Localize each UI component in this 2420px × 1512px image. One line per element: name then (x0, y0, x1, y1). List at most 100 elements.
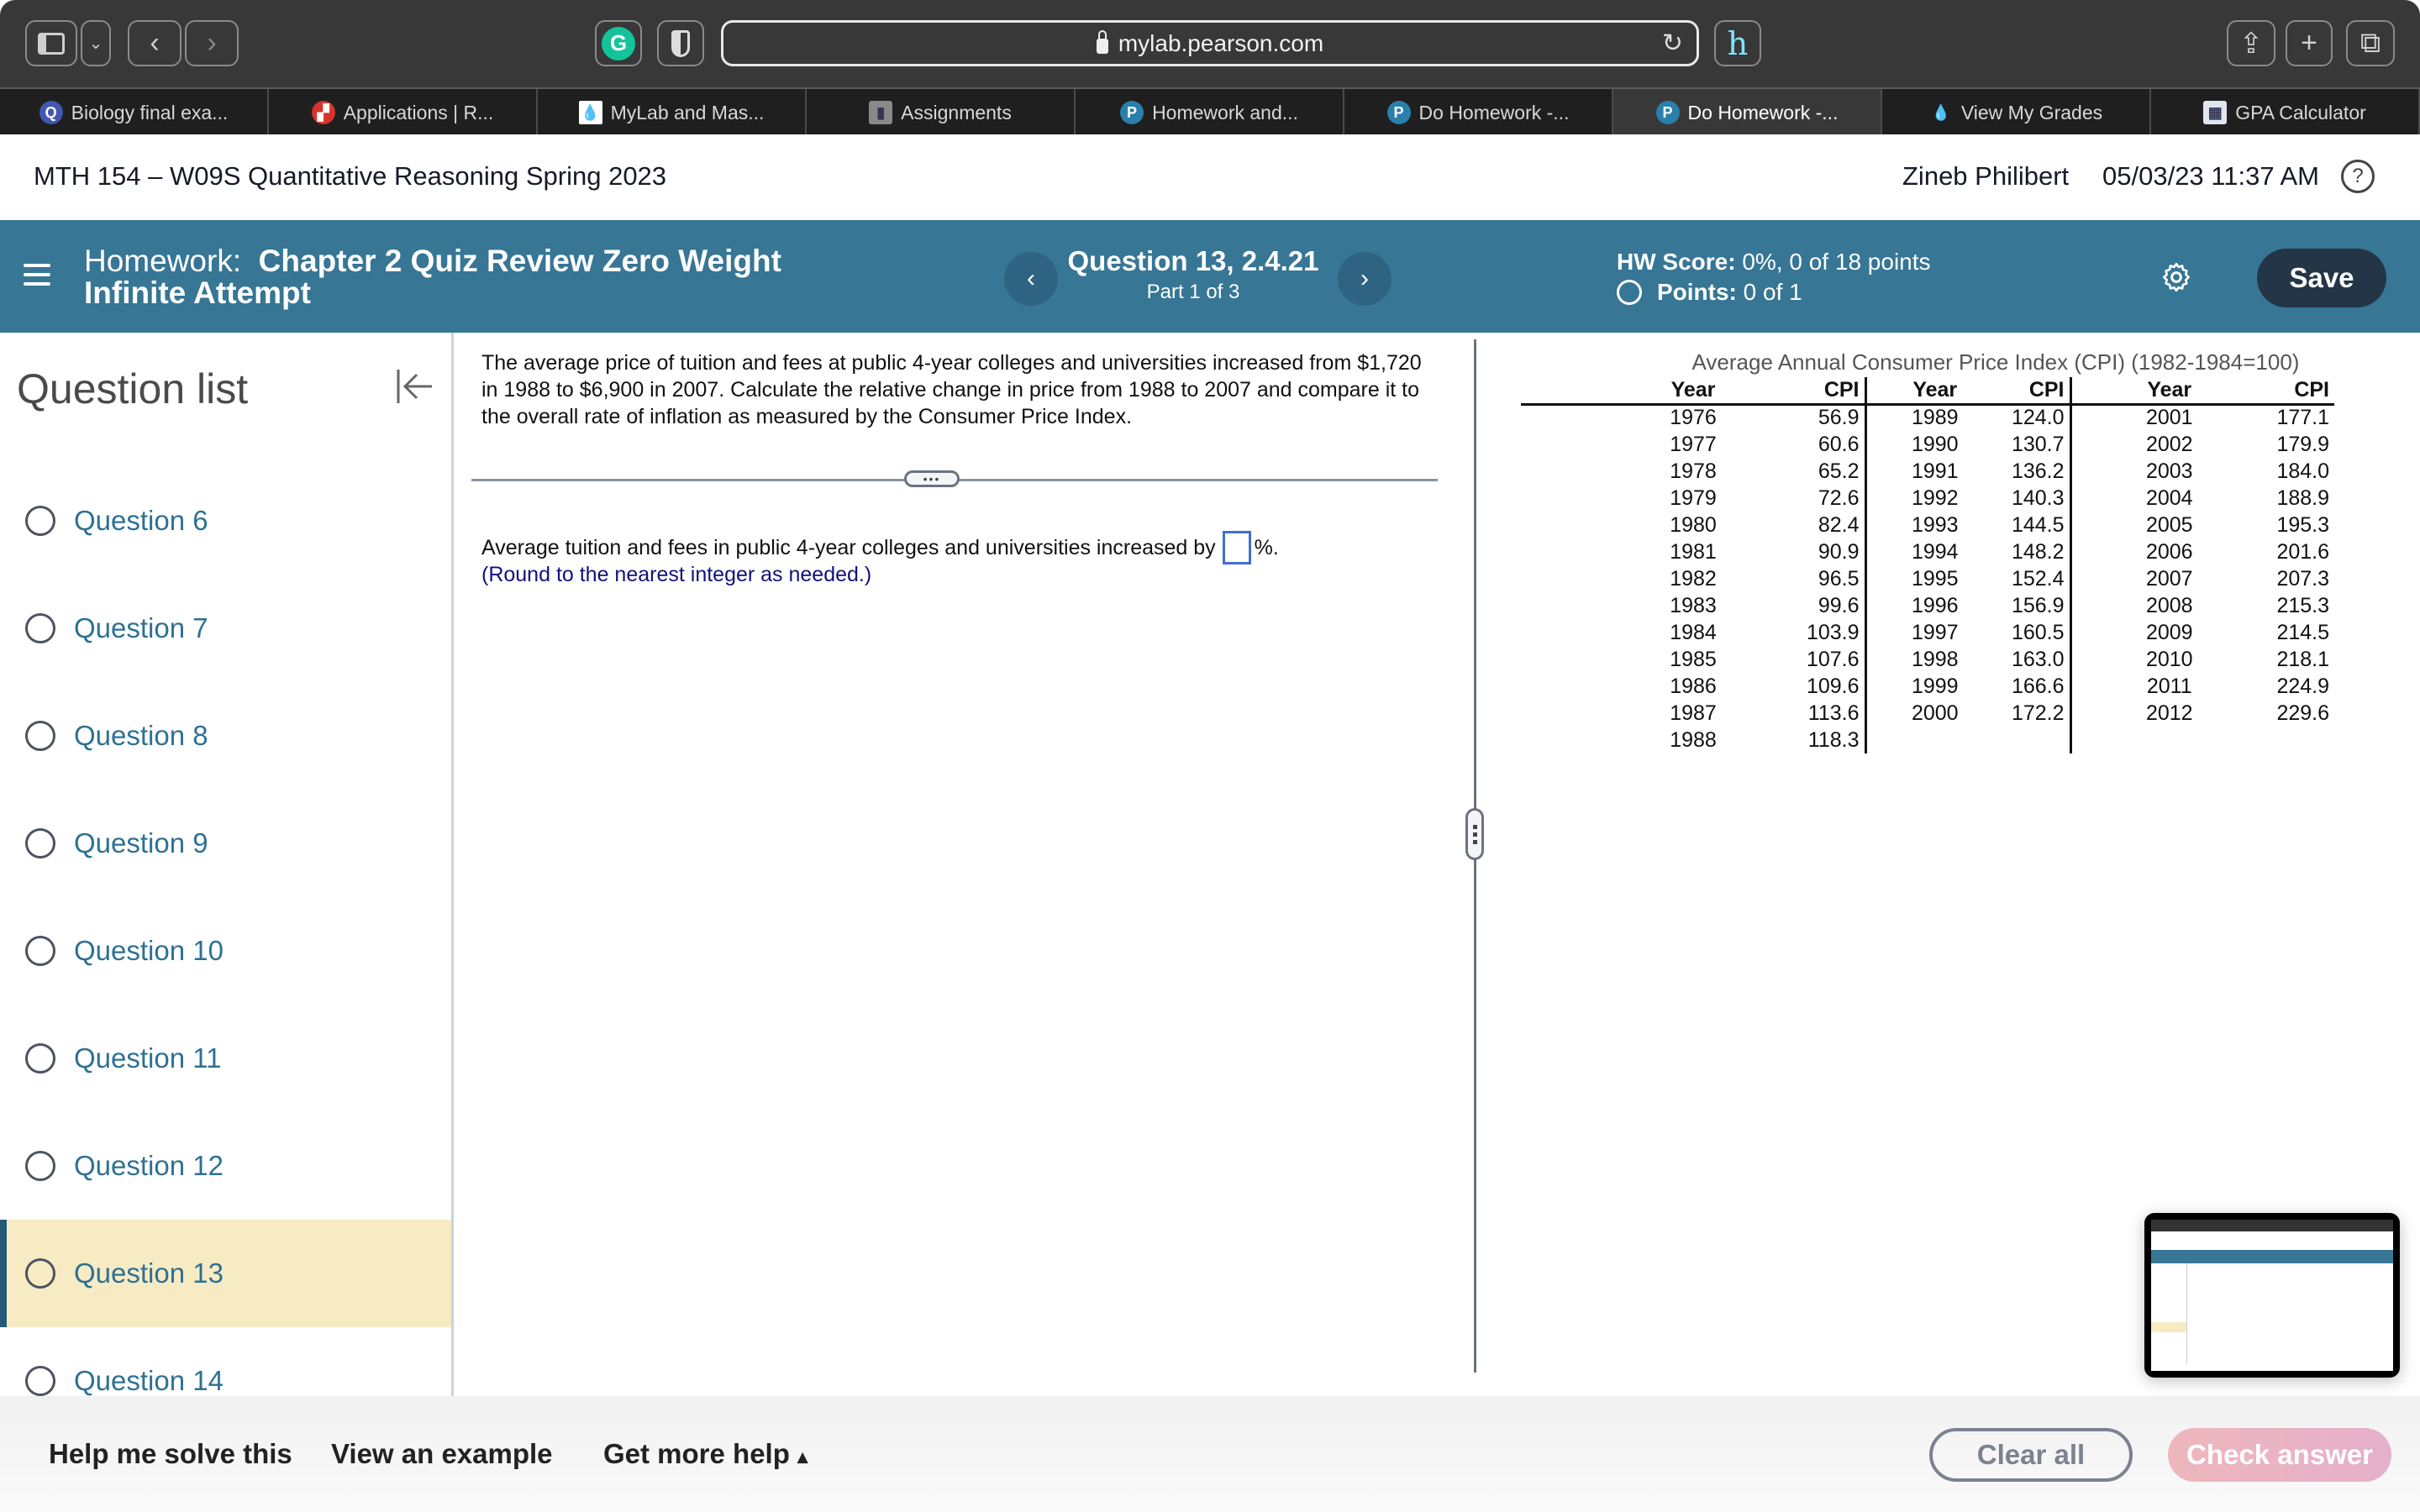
hamburger-menu-icon[interactable] (24, 264, 50, 289)
privacy-extension-button[interactable] (657, 20, 704, 66)
share-button[interactable]: ⇪ (2227, 20, 2275, 66)
cpi-value-cell: 90.9 (1798, 538, 1867, 565)
check-answer-button[interactable]: Check answer (2168, 1428, 2391, 1482)
new-tab-button[interactable]: + (2286, 20, 2333, 66)
question-list-item[interactable]: Question 6 (0, 467, 451, 575)
question-status-icon (25, 1043, 55, 1074)
browser-tab[interactable]: ▮ Assignments (807, 89, 1076, 136)
save-button[interactable]: Save (2257, 249, 2386, 307)
answer-input[interactable] (1222, 531, 1251, 564)
answer-statement: Average tuition and fees in public 4-yea… (481, 531, 1279, 564)
browser-tab[interactable]: P Do Homework -... (1344, 89, 1613, 136)
cpi-table-row: 1979 72.6 1992 140.3 2004 188.9 (1521, 485, 2334, 512)
question-list-item[interactable]: Question 9 (0, 790, 451, 897)
tab-group-dropdown[interactable]: ⌄ (81, 20, 111, 66)
chevron-left-icon: ‹ (150, 27, 160, 59)
cpi-value-cell: 140.3 (2003, 485, 2072, 512)
browser-tab[interactable]: 💧 MyLab and Mas... (538, 89, 807, 136)
cpi-year-cell: 1990 (1911, 432, 1959, 456)
question-status-icon (25, 1151, 55, 1181)
browser-tab[interactable]: P Homework and... (1076, 89, 1344, 136)
cpi-value-cell: 160.5 (2003, 619, 2072, 646)
gear-icon[interactable] (2160, 260, 2193, 294)
cpi-value-cell: 130.7 (2003, 431, 2072, 458)
cpi-table: Year CPI Year CPI Year CPI 1976 56.9 1989 1… (1521, 377, 2334, 753)
collapse-sidebar-icon[interactable] (395, 368, 434, 405)
question-list-label: Question 11 (74, 1042, 222, 1074)
cpi-year-cell: 2004 (2145, 486, 2193, 510)
pearson-icon: P (1120, 101, 1144, 124)
get-more-help-button[interactable]: Get more help ▴ (603, 1438, 808, 1470)
view-example-button[interactable]: View an example (331, 1438, 553, 1470)
cpi-year-cell: 2011 (2146, 674, 2192, 698)
cpi-year-cell: 2003 (2145, 459, 2193, 483)
hypothesis-extension-button[interactable]: h (1714, 20, 1761, 66)
browser-tab[interactable]: Q Biology final exa... (0, 89, 269, 136)
cpi-value-cell: 163.0 (2003, 646, 2072, 673)
cpi-value-cell: 218.1 (2276, 647, 2329, 671)
reload-icon[interactable]: ↻ (1662, 29, 1683, 58)
cpi-year-cell: 1992 (1911, 486, 1959, 510)
answer-prefix: Average tuition and fees in public 4-yea… (481, 535, 1216, 559)
question-list-item[interactable]: Question 10 (0, 897, 451, 1005)
help-me-solve-button[interactable]: Help me solve this (49, 1438, 292, 1470)
column-header: Year (1521, 377, 1798, 406)
address-bar[interactable]: mylab.pearson.com ↻ (721, 20, 1699, 66)
question-list-item[interactable]: Question 14 (0, 1327, 451, 1396)
browser-tab[interactable]: P Do Homework -... (1613, 89, 1882, 136)
caret-up-icon: ▴ (797, 1446, 808, 1468)
splitter-drag-handle[interactable] (1465, 808, 1484, 860)
cpi-table-title: Average Annual Consumer Price Index (CPI… (1691, 349, 2300, 375)
next-question-button[interactable]: › (1338, 252, 1392, 306)
cpi-year-cell: 2010 (2145, 647, 2193, 671)
help-icon[interactable]: ? (2341, 160, 2375, 193)
question-list-label: Question 12 (74, 1150, 224, 1181)
divider-drag-handle[interactable]: ••• (904, 470, 960, 487)
cpi-table-panel: Average Annual Consumer Price Index (CPI… (1521, 349, 2386, 753)
browser-tab[interactable]: ▦ GPA Calculator (2151, 89, 2420, 136)
cpi-value-cell: 96.5 (1798, 565, 1867, 592)
grammarly-extension-button[interactable]: G (595, 20, 642, 66)
chevron-right-icon: › (207, 27, 217, 59)
browser-tab-label: Do Homework -... (1418, 101, 1570, 123)
question-list-item[interactable]: Question 12 (0, 1112, 451, 1220)
question-list-item[interactable]: Question 7 (0, 575, 451, 682)
cpi-value-cell: 65.2 (1798, 458, 1867, 485)
browser-tab[interactable]: 💧 View My Grades (1882, 89, 2151, 136)
user-name[interactable]: Zineb Philibert (1902, 161, 2069, 192)
cpi-year-cell: 1980 (1670, 512, 1717, 537)
sidebar-toggle-button[interactable] (25, 20, 77, 66)
question-list-item[interactable]: Question 8 (0, 682, 451, 790)
mylab-icon: 💧 (578, 101, 602, 124)
cpi-value-cell: 118.3 (1798, 727, 1867, 753)
browser-tab[interactable]: ▞ Applications | R... (269, 89, 538, 136)
cpi-year-cell: 1985 (1670, 647, 1717, 671)
get-more-help-label: Get more help (603, 1438, 790, 1469)
cpi-year-cell (2070, 727, 2267, 753)
screenshot-thumbnail[interactable] (2144, 1213, 2400, 1378)
app-header: MTH 154 – W09S Quantitative Reasoning Sp… (0, 134, 2420, 220)
cpi-table-row: 1986 109.6 1999 166.6 2011 224.9 (1521, 673, 2334, 700)
cpi-table-row: 1982 96.5 1995 152.4 2007 207.3 (1521, 565, 2334, 592)
cpi-table-row: 1981 90.9 1994 148.2 2006 201.6 (1521, 538, 2334, 565)
cpi-year-cell (1865, 727, 2003, 753)
cpi-year-cell: 1977 (1670, 432, 1717, 456)
cpi-value-cell: 201.6 (2276, 539, 2329, 564)
hw-score-value: 0%, 0 of 18 points (1742, 249, 1931, 275)
sidebar-icon (38, 32, 65, 55)
cpi-year-cell: 1994 (1911, 539, 1959, 564)
forward-button[interactable]: › (185, 20, 239, 66)
question-list-label: Question 13 (74, 1257, 224, 1289)
question-list-item[interactable]: Question 13 (0, 1220, 451, 1327)
cpi-value-cell: 107.6 (1798, 646, 1867, 673)
clear-all-button[interactable]: Clear all (1929, 1428, 2133, 1482)
question-pane: The average price of tuition and fees at… (456, 333, 1475, 1396)
cpi-table-row: 1983 99.6 1996 156.9 2008 215.3 (1521, 592, 2334, 619)
tab-overview-button[interactable]: ⧉ (2346, 20, 2395, 66)
back-button[interactable]: ‹ (128, 20, 182, 66)
cpi-year-cell: 1978 (1670, 459, 1717, 483)
question-list-label: Question 8 (74, 720, 208, 751)
question-status-icon (25, 721, 55, 751)
cpi-table-row: 1978 65.2 1991 136.2 2003 184.0 (1521, 458, 2334, 485)
question-list-item[interactable]: Question 11 (0, 1005, 451, 1112)
